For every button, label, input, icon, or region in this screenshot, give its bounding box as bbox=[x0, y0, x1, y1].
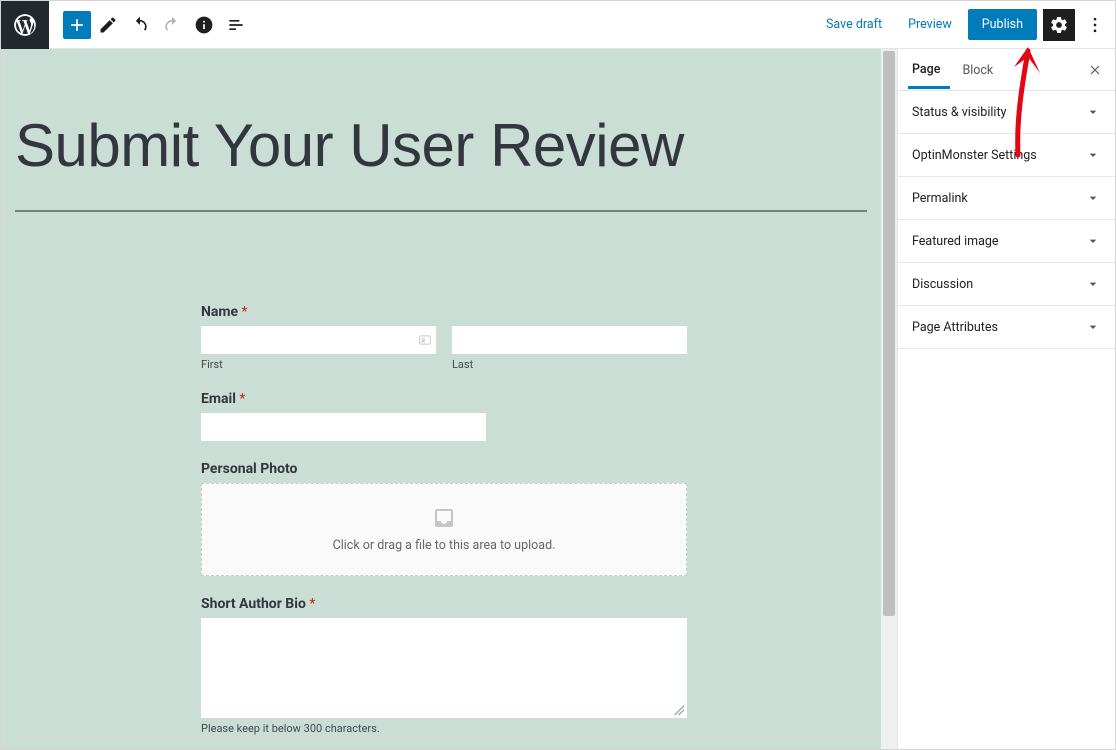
plus-icon bbox=[67, 15, 87, 35]
sidebar-tabs: Page Block bbox=[898, 49, 1115, 91]
required-mark: * bbox=[239, 391, 245, 407]
chevron-down-icon bbox=[1085, 233, 1101, 249]
toolbar-right-group: Save draft Preview Publish bbox=[816, 9, 1115, 41]
redo-icon bbox=[162, 15, 182, 35]
panel-status-visibility[interactable]: Status & visibility bbox=[898, 91, 1115, 134]
name-label: Name * bbox=[201, 304, 687, 320]
title-divider bbox=[15, 210, 867, 212]
required-mark: * bbox=[242, 304, 248, 320]
publish-button[interactable]: Publish bbox=[968, 9, 1037, 40]
panel-label: Discussion bbox=[912, 277, 973, 292]
panel-label: Featured image bbox=[912, 234, 999, 249]
gear-icon bbox=[1049, 15, 1069, 35]
panel-label: Status & visibility bbox=[912, 105, 1006, 120]
editor-toolbar: Save draft Preview Publish bbox=[1, 1, 1115, 49]
page-canvas: Submit Your User Review Name * bbox=[1, 49, 881, 749]
page-title[interactable]: Submit Your User Review bbox=[1, 49, 881, 210]
panel-discussion[interactable]: Discussion bbox=[898, 263, 1115, 306]
field-name: Name * First Last bbox=[201, 304, 687, 371]
email-label: Email * bbox=[201, 391, 687, 407]
panel-optinmonster[interactable]: OptinMonster Settings bbox=[898, 134, 1115, 177]
pencil-icon bbox=[98, 15, 118, 35]
tab-page[interactable]: Page bbox=[908, 50, 950, 89]
preview-button[interactable]: Preview bbox=[898, 11, 962, 38]
inbox-icon bbox=[432, 506, 456, 530]
field-email: Email * bbox=[201, 391, 687, 441]
settings-sidebar: Page Block Status & visibility OptinMons… bbox=[897, 49, 1115, 749]
wordpress-logo-button[interactable] bbox=[1, 1, 49, 49]
last-sub-label: Last bbox=[452, 358, 687, 371]
panel-featured-image[interactable]: Featured image bbox=[898, 220, 1115, 263]
info-button[interactable] bbox=[189, 10, 219, 40]
wordpress-icon bbox=[12, 12, 38, 38]
info-icon bbox=[194, 15, 214, 35]
bio-label: Short Author Bio * bbox=[201, 596, 687, 612]
add-block-button[interactable] bbox=[63, 11, 91, 39]
toolbar-left-group bbox=[49, 10, 251, 40]
redo-button[interactable] bbox=[157, 10, 187, 40]
tab-block[interactable]: Block bbox=[958, 51, 1003, 88]
bio-textarea[interactable] bbox=[201, 618, 687, 718]
undo-icon bbox=[130, 15, 150, 35]
chevron-down-icon bbox=[1085, 319, 1101, 335]
photo-label: Personal Photo bbox=[201, 461, 687, 477]
panel-label: OptinMonster Settings bbox=[912, 148, 1037, 163]
edit-mode-button[interactable] bbox=[93, 10, 123, 40]
chevron-down-icon bbox=[1085, 104, 1101, 120]
kebab-icon bbox=[1085, 15, 1105, 35]
vertical-scrollbar[interactable] bbox=[881, 49, 897, 749]
scrollbar-thumb[interactable] bbox=[883, 51, 895, 616]
file-upload-dropzone[interactable]: Click or drag a file to this area to upl… bbox=[201, 483, 687, 576]
list-icon bbox=[226, 15, 246, 35]
panel-page-attributes[interactable]: Page Attributes bbox=[898, 306, 1115, 349]
bio-hint: Please keep it below 300 characters. bbox=[201, 722, 687, 735]
field-bio: Short Author Bio * Please keep it below … bbox=[201, 596, 687, 735]
panel-label: Page Attributes bbox=[912, 320, 998, 335]
undo-button[interactable] bbox=[125, 10, 155, 40]
last-name-input[interactable] bbox=[452, 326, 687, 354]
editor-workspace: Submit Your User Review Name * bbox=[1, 49, 1115, 749]
email-input[interactable] bbox=[201, 413, 486, 441]
more-options-button[interactable] bbox=[1081, 9, 1109, 41]
settings-button[interactable] bbox=[1043, 9, 1075, 41]
canvas-scroll-area: Submit Your User Review Name * bbox=[1, 49, 897, 749]
close-icon bbox=[1087, 62, 1103, 78]
first-sub-label: First bbox=[201, 358, 436, 371]
upload-hint: Click or drag a file to this area to upl… bbox=[202, 538, 686, 553]
close-sidebar-button[interactable] bbox=[1085, 60, 1105, 80]
panel-label: Permalink bbox=[912, 191, 968, 206]
field-photo: Personal Photo Click or drag a file to t… bbox=[201, 461, 687, 576]
contact-card-icon bbox=[418, 333, 432, 347]
outline-button[interactable] bbox=[221, 10, 251, 40]
panel-permalink[interactable]: Permalink bbox=[898, 177, 1115, 220]
required-mark: * bbox=[309, 596, 315, 612]
chevron-down-icon bbox=[1085, 147, 1101, 163]
form-block: Name * First Last bbox=[201, 304, 687, 735]
save-draft-button[interactable]: Save draft bbox=[816, 11, 892, 38]
first-name-input[interactable] bbox=[201, 326, 436, 354]
chevron-down-icon bbox=[1085, 190, 1101, 206]
chevron-down-icon bbox=[1085, 276, 1101, 292]
